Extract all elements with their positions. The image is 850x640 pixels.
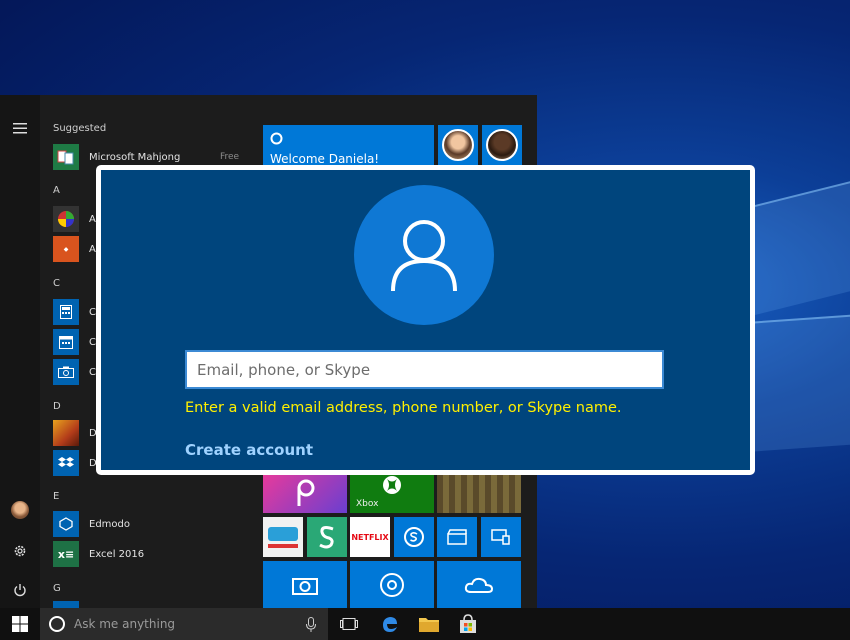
cortana-welcome-tile[interactable]: Welcome Daniela! (263, 125, 434, 166)
color-wheel-icon (53, 206, 79, 232)
start-rail (0, 95, 40, 608)
shrapp-icon: ◆ (53, 236, 79, 262)
app-name: A (89, 213, 96, 225)
sway-tile[interactable] (307, 517, 347, 557)
taskbar: Ask me anything (0, 608, 850, 640)
xbox-icon (383, 476, 401, 494)
dropbox-icon (53, 450, 79, 476)
app-name: C (89, 366, 96, 378)
camera-icon (53, 359, 79, 385)
app-edmodo[interactable]: Edmodo (53, 511, 253, 537)
cortana-icon (49, 616, 65, 632)
cloud-icon (464, 577, 494, 593)
app-excel-2016[interactable]: x≡ Excel 2016 (53, 541, 253, 567)
create-account-link[interactable]: Create account (185, 441, 313, 459)
app-name: Microsoft Mahjong (89, 151, 181, 163)
excel-icon: x≡ (53, 541, 79, 567)
groove-music-icon (380, 572, 404, 597)
start-button[interactable] (0, 608, 40, 640)
welcome-text: Welcome Daniela! (270, 152, 380, 166)
validation-error-text: Enter a valid email address, phone numbe… (185, 400, 622, 416)
free-badge: Free (220, 152, 240, 162)
netflix-tile[interactable]: NETFLIX (350, 517, 390, 557)
app-g1[interactable] (53, 601, 253, 608)
app-name: Edmodo (89, 518, 130, 530)
camera-icon (292, 577, 318, 595)
app-name: C (89, 336, 96, 348)
store-icon[interactable] (448, 608, 488, 640)
mahjong-icon (53, 144, 79, 170)
signin-dialog: Enter a valid email address, phone numbe… (96, 165, 755, 475)
xbox-tile[interactable]: Xbox (350, 473, 434, 513)
group-header-a[interactable]: A (53, 185, 60, 196)
email-input[interactable] (185, 350, 664, 389)
contact-avatar (442, 129, 474, 161)
app-icon (53, 601, 79, 608)
app-name: Excel 2016 (89, 548, 145, 560)
group-header-c[interactable]: C (53, 278, 60, 289)
calendar-icon (53, 329, 79, 355)
microphone-icon (306, 616, 316, 632)
connect-icon (491, 529, 510, 545)
task-view-icon[interactable] (329, 608, 369, 640)
calculator-icon (53, 299, 79, 325)
group-header-g[interactable]: G (53, 583, 61, 594)
groove-tile[interactable] (350, 561, 434, 608)
user-icon (354, 185, 494, 325)
signin-panel: Enter a valid email address, phone numbe… (101, 170, 750, 470)
onedrive-tile[interactable] (437, 561, 521, 608)
cortana-search-box[interactable]: Ask me anything (40, 608, 328, 640)
app-name: A (89, 243, 96, 255)
group-header-e[interactable]: E (53, 491, 59, 502)
kids-logo-bar (268, 543, 298, 548)
power-icon[interactable] (9, 579, 31, 601)
people-tile-2[interactable] (482, 125, 522, 165)
search-placeholder: Ask me anything (74, 617, 176, 631)
windows-logo-icon (12, 616, 28, 632)
minecraft-tile[interactable] (437, 473, 521, 513)
skype-tile[interactable] (394, 517, 434, 557)
picsart-tile[interactable] (263, 473, 347, 513)
cortana-circle-icon (270, 132, 283, 145)
group-header-d[interactable]: D (53, 401, 61, 412)
contact-avatar (486, 129, 518, 161)
kids-app-tile[interactable] (263, 517, 303, 557)
hamburger-menu-icon[interactable] (9, 117, 31, 139)
game-icon (53, 420, 79, 446)
movies-tile[interactable] (437, 517, 477, 557)
people-tile-1[interactable] (438, 125, 478, 165)
suggested-header: Suggested (53, 123, 107, 134)
app-name: C (89, 306, 96, 318)
settings-gear-icon[interactable] (9, 540, 31, 562)
user-avatar[interactable] (9, 499, 31, 521)
camera-tile[interactable] (263, 561, 347, 608)
edge-browser-icon[interactable] (370, 608, 410, 640)
kids-logo (268, 526, 298, 541)
edmodo-icon (53, 511, 79, 537)
clapperboard-icon (447, 529, 467, 545)
file-explorer-icon[interactable] (409, 608, 449, 640)
connect-tile[interactable] (481, 517, 521, 557)
xbox-label: Xbox (356, 499, 379, 509)
skype-icon (404, 527, 424, 547)
netflix-logo: NETFLIX (351, 532, 389, 542)
